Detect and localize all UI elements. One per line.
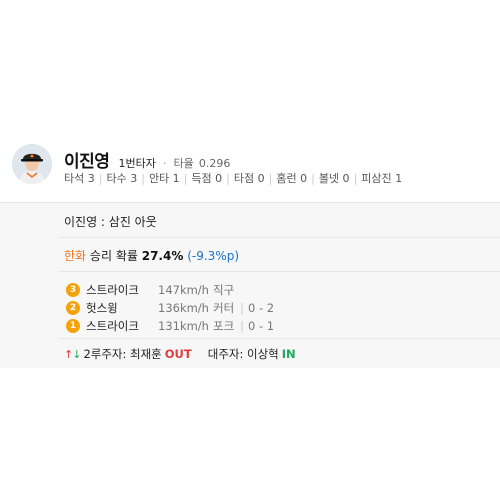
stat-divider: | (226, 172, 230, 185)
win-prob-team: 한화 (64, 249, 87, 263)
stat-divider: | (268, 172, 273, 185)
stat-divider: | (183, 172, 188, 185)
player-name[interactable]: 이진영 (64, 152, 110, 172)
pitch-result: 헛스윙 (86, 301, 118, 315)
pitch-type: 커터 (212, 301, 235, 315)
stat-hits: 안타 1 (148, 172, 180, 185)
runner-out-text: 2루주자: 최재훈 (83, 347, 162, 361)
divider (58, 237, 500, 238)
play-detail: 이진영 : 삼진 아웃 한화 승리 확률 27.4% (-9.3%p) 3 스트… (0, 202, 500, 368)
stat-plate-appearances: 타석 3 (64, 172, 95, 185)
play-card: 이진영 1번타자 · 타율 0.296 타석 3 | 타수 3 | 안타 1 | 득점 0 |… (0, 136, 500, 368)
batting-avg-label: 타율 (173, 157, 194, 170)
win-prob-value: 27.4% (141, 249, 184, 263)
pitch-type: 포크 (212, 319, 235, 333)
pinch-runner-status: IN (281, 347, 296, 361)
pitch-list: 3 스트라이크 147km/h 직구 2 헛스윙 136km/h 커터 | 0 -… (66, 281, 274, 335)
stat-strikeouts: 피삼진 1 (361, 172, 403, 185)
runner-out-status: OUT (164, 347, 192, 361)
play-result: 이진영 : 삼진 아웃 (64, 215, 157, 229)
pitch-count: | 0 - 2 (240, 301, 275, 315)
player-header: 이진영 1번타자 · 타율 0.296 타석 3 | 타수 3 | 안타 1 | 득점 0 |… (0, 136, 500, 202)
player-title-row: 이진영 1번타자 · 타율 0.296 (64, 147, 230, 172)
pitch-result: 스트라이크 (86, 319, 139, 333)
pitch-type: 직구 (212, 283, 235, 297)
pitch-number-badge: 1 (66, 319, 80, 333)
pitch-row: 3 스트라이크 147km/h 직구 (66, 281, 274, 299)
pitch-row: 2 헛스윙 136km/h 커터 | 0 - 2 (66, 299, 274, 317)
pitch-result: 스트라이크 (86, 283, 139, 297)
pitch-row: 1 스트라이크 131km/h 포크 | 0 - 1 (66, 317, 274, 335)
pitch-count-value: 0 - 2 (248, 301, 275, 315)
player-stats: 타석 3 | 타수 3 | 안타 1 | 득점 0 | 타점 0 | 홈런 0 | 볼넷 0 | 피삼진 1 (64, 170, 402, 186)
divider (58, 338, 500, 339)
batting-order: 1번타자 (118, 157, 156, 170)
pitch-speed: 147km/h (158, 283, 209, 297)
stat-divider: | (311, 172, 315, 185)
pinch-runner-text: 대주자: 이상혁 (207, 347, 279, 361)
stat-runs: 득점 0 (191, 172, 223, 185)
pitch-speed: 136km/h (158, 301, 209, 315)
separator-dot: · (162, 157, 167, 170)
stat-divider: | (353, 172, 358, 185)
stat-divider: | (98, 172, 103, 185)
win-probability: 한화 승리 확률 27.4% (-9.3%p) (64, 247, 239, 264)
swap-arrows-icon: ↑↓ (64, 347, 81, 361)
pitch-count: | 0 - 1 (240, 319, 275, 333)
runner-change: ↑↓ 2루주자: 최재훈 OUT 대주자: 이상혁 IN (64, 346, 296, 362)
pitch-number-badge: 3 (66, 283, 80, 297)
stat-divider: | (141, 172, 145, 185)
pitch-speed: 131km/h (158, 319, 209, 333)
pitch-count-value: 0 - 1 (248, 319, 275, 333)
divider (58, 271, 500, 272)
player-avatar[interactable] (12, 144, 52, 184)
win-prob-change: (-9.3%p) (187, 249, 239, 263)
pitch-number-badge: 2 (66, 301, 80, 315)
stat-rbi: 타점 0 (233, 172, 265, 185)
batting-avg-value: 0.296 (198, 157, 231, 170)
stat-at-bats: 타수 3 (106, 172, 138, 185)
stat-home-runs: 홈런 0 (276, 172, 308, 185)
win-prob-label: 승리 확률 (89, 249, 138, 263)
stat-walks: 볼넷 0 (318, 172, 350, 185)
